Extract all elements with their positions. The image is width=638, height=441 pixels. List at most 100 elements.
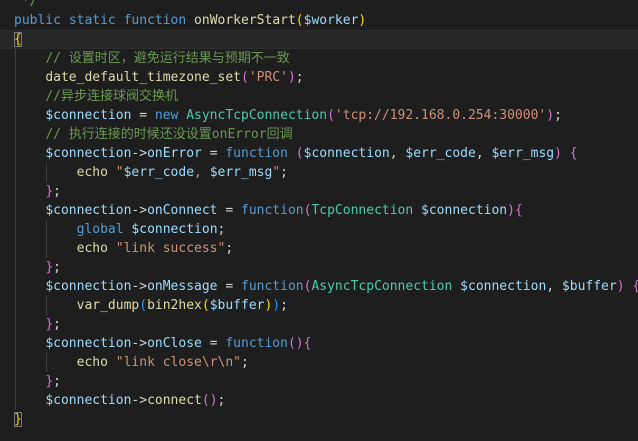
code-line[interactable]: echo "link success";	[0, 239, 638, 258]
code-token: )	[554, 146, 562, 161]
code-token: ;	[225, 241, 234, 256]
code-token: function	[123, 13, 187, 28]
code-token: $err_msg	[491, 146, 555, 161]
code-line[interactable]: echo "$err_code, $err_msg";	[0, 163, 638, 182]
code-line[interactable]: public static function onWorkerStart($wo…	[0, 11, 638, 30]
code-token: }	[45, 260, 54, 275]
code-token: =	[201, 336, 226, 351]
code-token: function	[225, 146, 288, 161]
code-line[interactable]: $connection->onConnect = function(TcpCon…	[0, 201, 638, 220]
code-token: }	[45, 317, 54, 332]
code-token: function	[241, 203, 304, 218]
code-line[interactable]: };	[0, 182, 638, 201]
code-token: ->	[131, 279, 148, 294]
code-line[interactable]: var_dump(bin2hex($buffer));	[0, 296, 638, 315]
code-token: ->	[131, 336, 148, 351]
code-token: ;	[53, 260, 61, 275]
code-token: onClose	[147, 336, 202, 351]
code-token: ,	[475, 146, 492, 161]
code-line[interactable]: }	[0, 410, 638, 429]
code-token: (	[295, 146, 304, 161]
code-line[interactable]: // 执行连接的时候还没设置onError回调	[0, 125, 638, 144]
code-line[interactable]: $connection->onMessage = function(AsyncT…	[0, 277, 638, 296]
code-token: onWorkerStart	[194, 13, 296, 28]
code-line[interactable]: $connection->onClose = function(){	[0, 334, 638, 353]
code-token: =	[217, 279, 241, 294]
code-line[interactable]: date_default_timezone_set('PRC');	[0, 68, 638, 87]
code-token: ->	[131, 203, 148, 218]
code-line[interactable]: $connection->connect();	[0, 391, 638, 410]
code-token: $connection	[45, 336, 132, 351]
code-line[interactable]: echo "link close\r\n";	[0, 353, 638, 372]
code-token: // 设置时区，避免运行结果与预期不一致	[45, 51, 290, 66]
code-token: }	[45, 184, 54, 199]
code-token: "	[272, 165, 281, 180]
code-token: onMessage	[147, 279, 218, 294]
code-token: $connection	[45, 393, 132, 408]
code-token: TcpConnection	[311, 203, 414, 218]
code-line[interactable]: };	[0, 372, 638, 391]
code-line[interactable]: $connection = new AsyncTcpConnection('tc…	[0, 106, 638, 125]
code-token: (	[287, 336, 296, 351]
code-token: "	[115, 165, 124, 180]
code-line[interactable]: */	[0, 0, 638, 11]
code-token: (	[201, 298, 210, 313]
matching-brace: }	[14, 412, 22, 427]
code-token: onConnect	[147, 203, 218, 218]
code-token: $buffer	[561, 279, 617, 294]
code-token: ,	[389, 146, 406, 161]
code-token: )	[616, 279, 625, 294]
code-token: function	[241, 279, 304, 294]
code-token: ;	[241, 355, 249, 370]
code-line[interactable]: global $connection;	[0, 220, 638, 239]
code-token: date_default_timezone_set	[45, 70, 241, 85]
code-token: public	[14, 13, 61, 28]
code-line[interactable]: $connection->onError = function ($connec…	[0, 144, 638, 163]
code-line[interactable]: };	[0, 258, 638, 277]
code-token: )	[358, 13, 367, 28]
code-token: $connection	[303, 146, 390, 161]
code-line[interactable]: // 设置时区，避免运行结果与预期不一致	[0, 49, 638, 68]
code-token: var_dump	[76, 298, 140, 313]
code-editor[interactable]: */public static function onWorkerStart($…	[0, 0, 638, 441]
code-token: echo	[76, 241, 108, 256]
code-token: {	[569, 146, 578, 161]
code-token: //异步连接球阀交换机	[45, 89, 178, 104]
code-token: ->	[131, 393, 148, 408]
code-token: )	[546, 108, 555, 123]
code-token: ;	[53, 184, 61, 199]
code-line[interactable]: {	[0, 30, 638, 49]
code-token: // 执行连接的时候还没设置onError回调	[45, 127, 293, 142]
code-token: function	[225, 336, 288, 351]
code-token: AsyncTcpConnection	[186, 108, 328, 123]
code-token: =	[201, 146, 226, 161]
code-token: =	[131, 108, 155, 123]
code-token: 'PRC'	[248, 70, 288, 85]
code-token: ;	[280, 165, 288, 180]
code-line[interactable]: //异步连接球阀交换机	[0, 87, 638, 106]
code-token: $buffer	[209, 298, 265, 313]
code-token: $connection	[421, 203, 508, 218]
code-token: onError	[147, 146, 202, 161]
code-token: global	[76, 222, 124, 237]
code-token: (	[295, 13, 304, 28]
code-line[interactable]: };	[0, 315, 638, 334]
code-token: ,	[546, 279, 562, 294]
code-token: (	[240, 70, 249, 85]
